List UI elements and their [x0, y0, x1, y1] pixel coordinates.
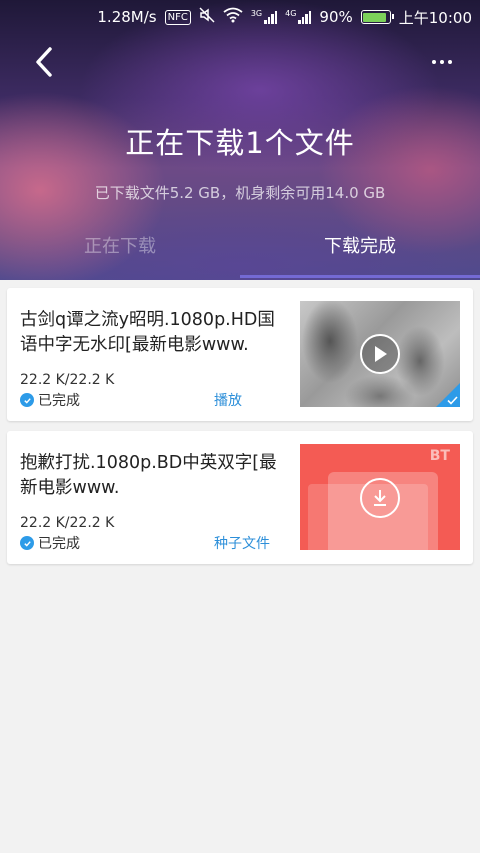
play-button[interactable]: 播放: [214, 390, 242, 410]
signal-3g-icon: 3G: [251, 10, 278, 24]
bt-label: BT: [429, 448, 450, 464]
status-label: 已完成: [38, 536, 80, 552]
storage-info: 已下载文件5.2 GB，机身剩余可用14.0 GB: [94, 184, 386, 202]
tab-completed[interactable]: 下载完成: [240, 232, 480, 258]
check-circle-icon: [20, 536, 34, 550]
status-bar: 1.28M/s NFC 3G 4G 90% 上午10:00: [0, 0, 480, 34]
file-size: 22.2 K/22.2 K: [20, 515, 115, 531]
wifi-icon: [223, 7, 243, 27]
check-circle-icon: [20, 393, 34, 407]
battery-percent: 90%: [319, 8, 353, 26]
status-label: 已完成: [38, 393, 80, 409]
more-dot-icon: [440, 60, 444, 64]
nfc-icon: NFC: [164, 9, 191, 25]
back-button[interactable]: [22, 40, 66, 84]
download-status: 已完成: [20, 533, 80, 553]
header: 1.28M/s NFC 3G 4G 90% 上午10:00 正在下载1个文件 已…: [0, 0, 480, 280]
tab-indicator: [240, 275, 480, 278]
download-item[interactable]: 抱歉打扰.1080p.BD中英双字[最新电影www. 22.2 K/22.2 K…: [7, 431, 473, 564]
mute-icon: [199, 7, 215, 27]
more-dot-icon: [432, 60, 436, 64]
torrent-file-button[interactable]: 种子文件: [214, 533, 270, 553]
more-dot-icon: [448, 60, 452, 64]
network-speed: 1.28M/s: [97, 8, 157, 26]
bt-thumbnail[interactable]: BT: [300, 444, 460, 550]
signal-4g-icon: 4G: [285, 10, 312, 24]
clock: 上午10:00: [398, 8, 472, 27]
download-item[interactable]: 古剑q谭之流y昭明.1080p.HD国语中字无水印[最新电影www. 22.2 …: [7, 288, 473, 421]
play-icon: [360, 334, 400, 374]
download-status: 已完成: [20, 390, 80, 410]
battery-icon: [360, 10, 394, 24]
file-size: 22.2 K/22.2 K: [20, 372, 115, 388]
video-thumbnail[interactable]: [300, 301, 460, 407]
download-icon: [360, 478, 400, 518]
checkmark-icon: [447, 396, 458, 405]
file-name: 古剑q谭之流y昭明.1080p.HD国语中字无水印[最新电影www.: [20, 310, 275, 355]
chevron-left-icon: [36, 47, 52, 77]
file-name: 抱歉打扰.1080p.BD中英双字[最新电影www.: [20, 453, 277, 498]
page-title: 正在下载1个文件: [125, 126, 355, 160]
tab-downloading[interactable]: 正在下载: [0, 232, 240, 258]
more-options-button[interactable]: [422, 42, 462, 82]
